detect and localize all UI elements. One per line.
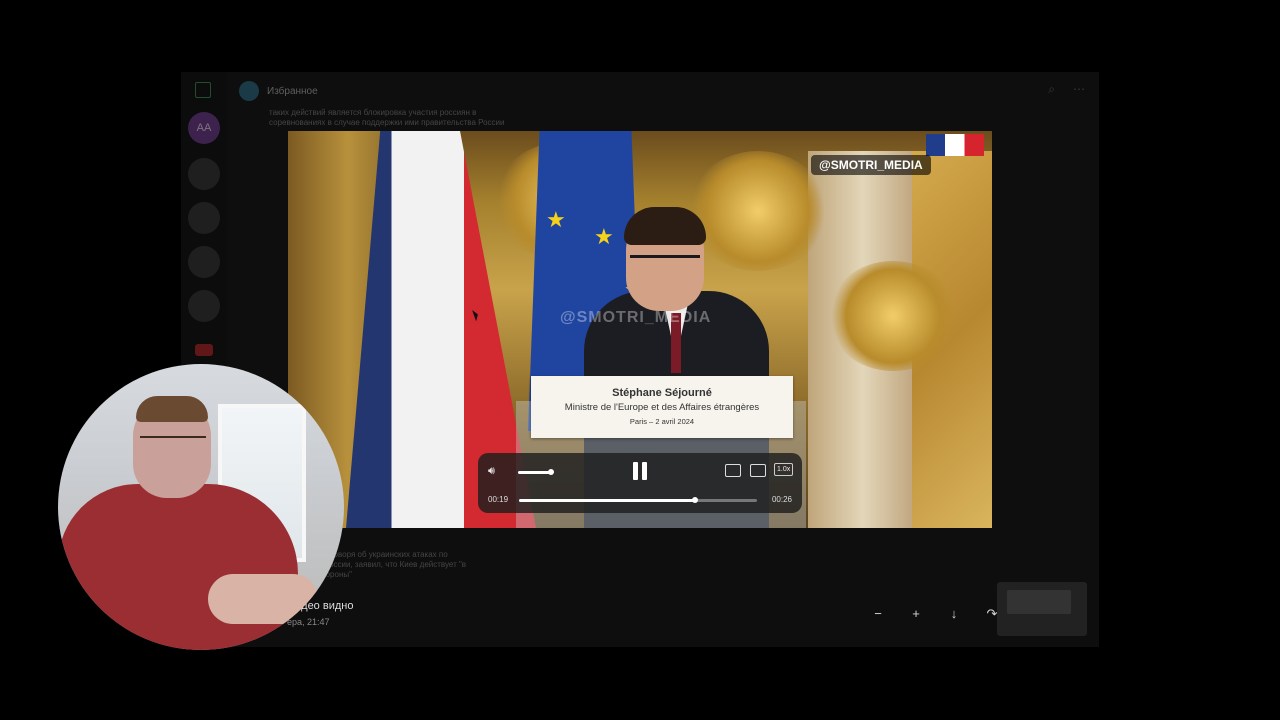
nameplate-date: Paris – 2 avril 2024 bbox=[629, 417, 695, 426]
podium-nameplate: Stéphane Séjourné Ministre de l'Europe e… bbox=[531, 376, 793, 438]
star-icon: ★ bbox=[594, 224, 614, 249]
nameplate-role: Ministre de l'Europe et des Affaires étr… bbox=[564, 402, 760, 413]
webcam-person bbox=[140, 436, 206, 452]
zoom-in-icon[interactable]: + bbox=[906, 606, 926, 622]
speaker-person bbox=[630, 255, 700, 274]
webcam-overlay bbox=[58, 364, 344, 650]
video-watermark: @SMOTRI_MEDIA bbox=[560, 309, 712, 326]
fullscreen-icon[interactable] bbox=[750, 464, 766, 477]
seek-bar[interactable] bbox=[519, 497, 757, 503]
download-icon[interactable]: ↓ bbox=[944, 606, 964, 622]
player-controls: 🔊︎ 1.0x 00:19 00:26 bbox=[478, 453, 802, 513]
pause-icon[interactable] bbox=[632, 462, 648, 480]
webcam-person bbox=[136, 396, 208, 422]
wall-decor bbox=[688, 151, 828, 271]
total-time: 00:26 bbox=[771, 495, 792, 504]
channel-watermark: @SMOTRI_MEDIA bbox=[811, 155, 931, 175]
current-time: 00:19 bbox=[488, 495, 509, 504]
playback-speed-button[interactable]: 1.0x bbox=[774, 463, 794, 476]
media-thumbnail[interactable] bbox=[997, 582, 1087, 636]
government-logo-icon bbox=[926, 134, 984, 156]
volume-slider[interactable] bbox=[518, 471, 550, 474]
wall-decor bbox=[828, 261, 958, 371]
seek-bar-handle[interactable] bbox=[692, 497, 699, 503]
speaker-person bbox=[624, 207, 706, 245]
zoom-out-icon[interactable]: − bbox=[868, 606, 888, 622]
volume-handle[interactable] bbox=[548, 469, 554, 475]
nameplate-name: Stéphane Séjourné bbox=[612, 387, 712, 399]
pip-icon[interactable] bbox=[725, 464, 741, 477]
webcam-person bbox=[208, 574, 318, 624]
webcam-person bbox=[58, 484, 298, 650]
speaker-icon[interactable]: 🔊︎ bbox=[488, 465, 495, 478]
seek-bar-progress bbox=[519, 499, 696, 502]
star-icon: ★ bbox=[546, 207, 566, 232]
